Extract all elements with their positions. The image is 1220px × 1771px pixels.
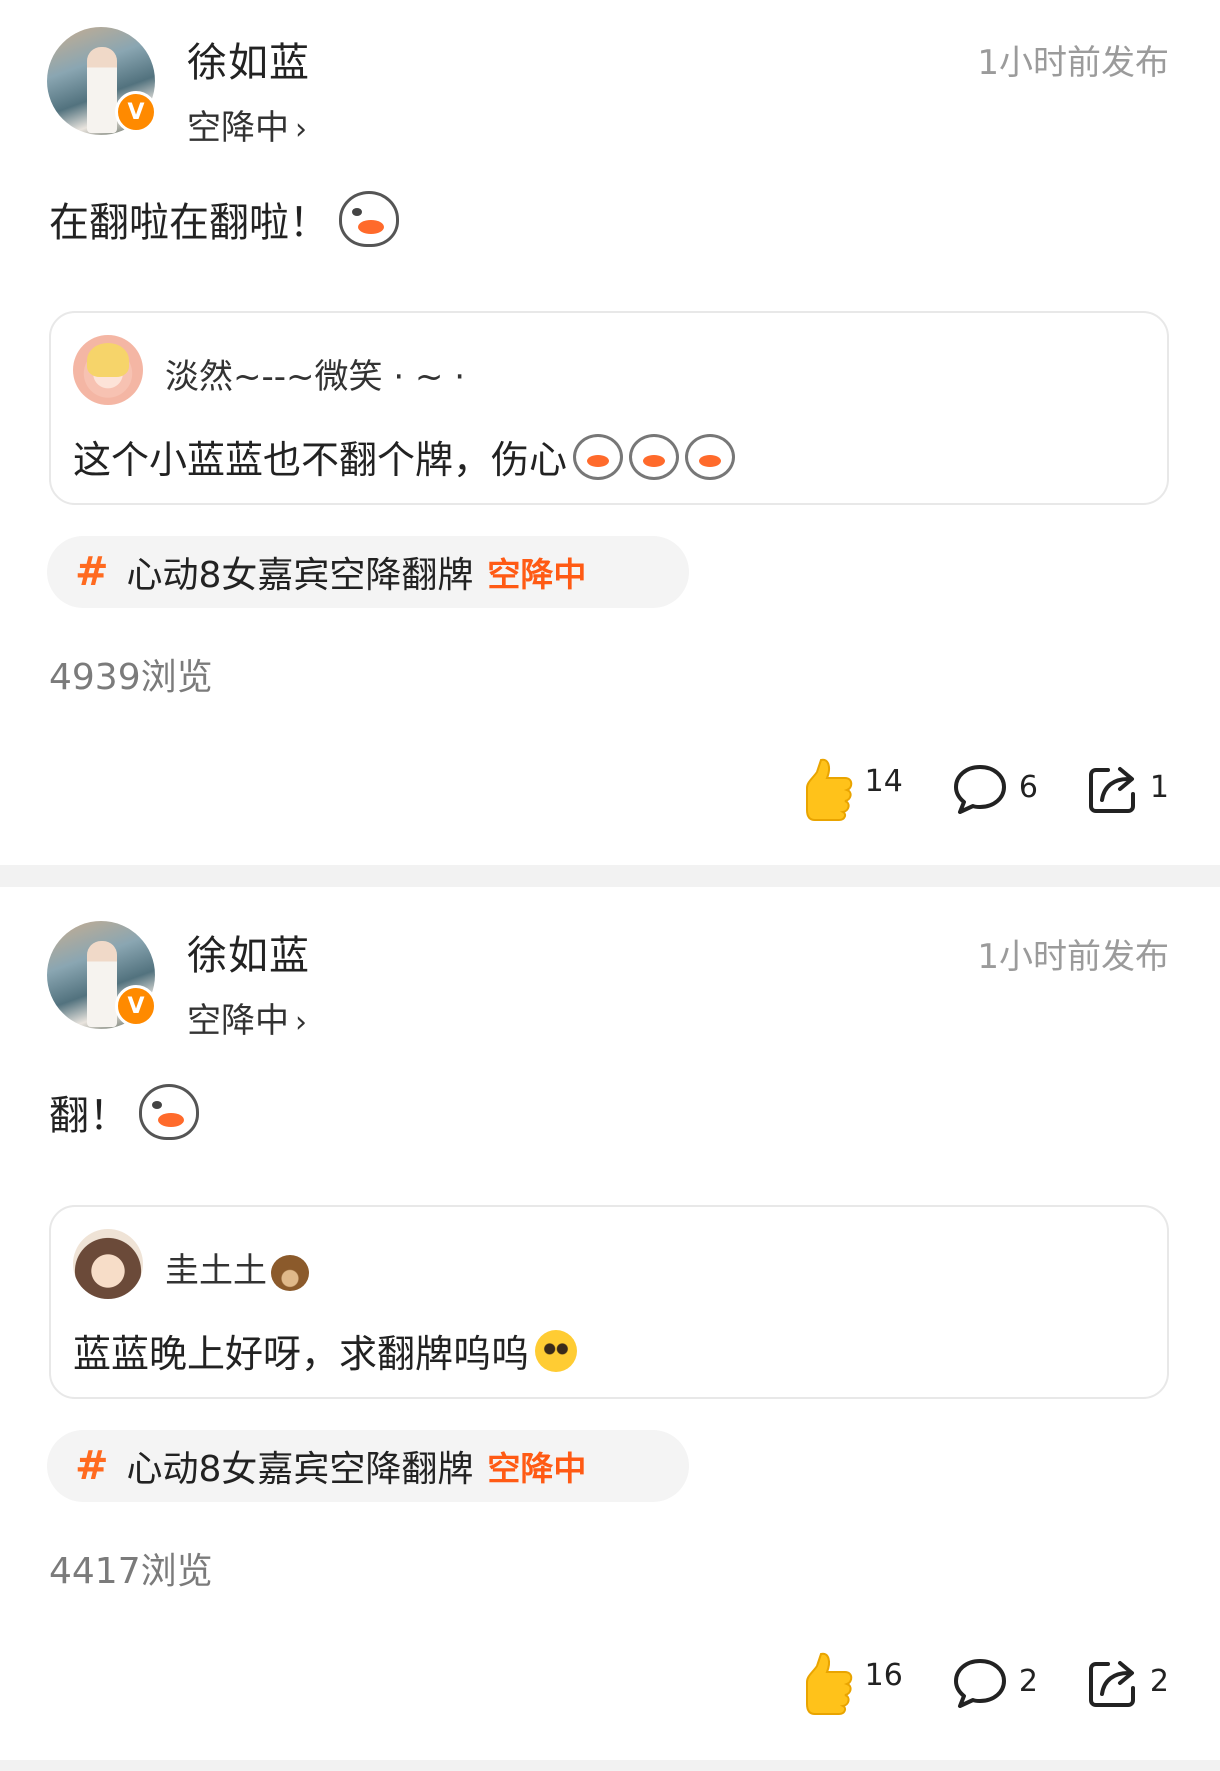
post-text: 在翻啦在翻啦！ — [49, 200, 329, 246]
comment-count: 6 — [1018, 770, 1038, 805]
post-content: 翻！ — [49, 1083, 199, 1141]
author-name[interactable]: 徐如蓝 — [187, 923, 310, 981]
author-avatar[interactable]: V — [47, 921, 157, 1029]
comment-icon — [951, 1656, 1009, 1710]
topic-chip[interactable]: # 心动8女嘉宾空降翻牌 空降中 — [47, 1430, 689, 1502]
post-time: 1小时前发布 — [977, 43, 1169, 83]
share-count: 2 — [1149, 1664, 1169, 1699]
author-status-link[interactable]: 空降中 › — [187, 100, 307, 149]
comment-text-row: 蓝蓝晚上好呀，求翻牌呜呜 — [73, 1323, 578, 1378]
duck-emoji-icon — [685, 433, 736, 480]
verified-v-icon: V — [115, 91, 157, 133]
view-count: 4417浏览 — [49, 1551, 213, 1592]
duck-magnifier-emoji-icon — [139, 1084, 199, 1140]
thumbs-up-icon — [801, 756, 855, 822]
comment-text: 蓝蓝晚上好呀，求翻牌呜呜 — [73, 1332, 530, 1376]
thumbs-up-icon — [801, 1650, 855, 1716]
like-button[interactable]: 14 — [801, 756, 903, 822]
author-status-link[interactable]: 空降中 › — [187, 993, 307, 1042]
author-status: 空降中 — [187, 1001, 289, 1041]
post-card: V 徐如蓝 空降中 › 1小时前发布 翻！ 圭土土 蓝蓝晚上好呀，求翻牌呜呜 # … — [0, 887, 1220, 1760]
duck-emoji-icon — [339, 191, 399, 247]
like-count: 16 — [864, 1658, 903, 1693]
post-time: 1小时前发布 — [977, 937, 1169, 977]
comment-text: 这个小蓝蓝也不翻个牌，伤心 — [73, 438, 568, 482]
author-name[interactable]: 徐如蓝 — [187, 30, 310, 88]
share-icon — [1086, 762, 1140, 816]
commenter-avatar[interactable] — [73, 335, 143, 405]
bear-emoji-icon — [271, 1254, 309, 1291]
chevron-right-icon: › — [295, 112, 307, 147]
post-card: V 徐如蓝 空降中 › 1小时前发布 在翻啦在翻啦！ 淡然~--~微笑 · ~ ·… — [0, 0, 1220, 865]
commenter-name-row[interactable]: 圭土土 — [165, 1243, 309, 1292]
topic-tag: 空降中 — [487, 1449, 587, 1488]
view-count: 4939浏览 — [49, 657, 213, 698]
comment-count: 2 — [1018, 1664, 1038, 1699]
chevron-right-icon: › — [295, 1005, 307, 1040]
post-content: 在翻啦在翻啦！ — [49, 190, 399, 248]
quoted-comment[interactable]: 淡然~--~微笑 · ~ · 这个小蓝蓝也不翻个牌，伤心 — [49, 311, 1169, 505]
commenter-avatar[interactable] — [73, 1229, 143, 1299]
comment-text-row: 这个小蓝蓝也不翻个牌，伤心 — [73, 429, 736, 484]
action-bar: 14 6 1 — [753, 756, 1169, 822]
verified-v-icon: V — [115, 985, 157, 1027]
share-icon — [1086, 1656, 1140, 1710]
commenter-name[interactable]: 淡然~--~微笑 · ~ · — [165, 349, 465, 398]
like-button[interactable]: 16 — [801, 1650, 903, 1716]
duck-emoji-icon — [573, 433, 624, 480]
like-count: 14 — [864, 764, 903, 799]
share-button[interactable]: 2 — [1086, 1656, 1169, 1710]
hashtag-icon: # — [75, 1443, 109, 1489]
commenter-name: 圭土土 — [165, 1251, 267, 1291]
quoted-comment[interactable]: 圭土土 蓝蓝晚上好呀，求翻牌呜呜 — [49, 1205, 1169, 1399]
author-status: 空降中 — [187, 108, 289, 148]
share-button[interactable]: 1 — [1086, 762, 1169, 816]
hashtag-icon: # — [75, 549, 109, 595]
comment-button[interactable]: 2 — [951, 1656, 1038, 1710]
author-avatar[interactable]: V — [47, 27, 157, 135]
duck-emoji-icon — [629, 433, 680, 480]
topic-text: 心动8女嘉宾空降翻牌 — [126, 555, 474, 596]
feed-divider — [0, 865, 1220, 887]
pleading-face-emoji-icon — [535, 1329, 578, 1372]
feed-divider — [0, 1760, 1220, 1771]
post-text: 翻！ — [49, 1093, 129, 1139]
comment-button[interactable]: 6 — [951, 762, 1038, 816]
topic-text: 心动8女嘉宾空降翻牌 — [126, 1449, 474, 1490]
action-bar: 16 2 2 — [753, 1650, 1169, 1716]
topic-chip[interactable]: # 心动8女嘉宾空降翻牌 空降中 — [47, 536, 689, 608]
comment-icon — [951, 762, 1009, 816]
topic-tag: 空降中 — [487, 555, 587, 594]
share-count: 1 — [1149, 770, 1169, 805]
